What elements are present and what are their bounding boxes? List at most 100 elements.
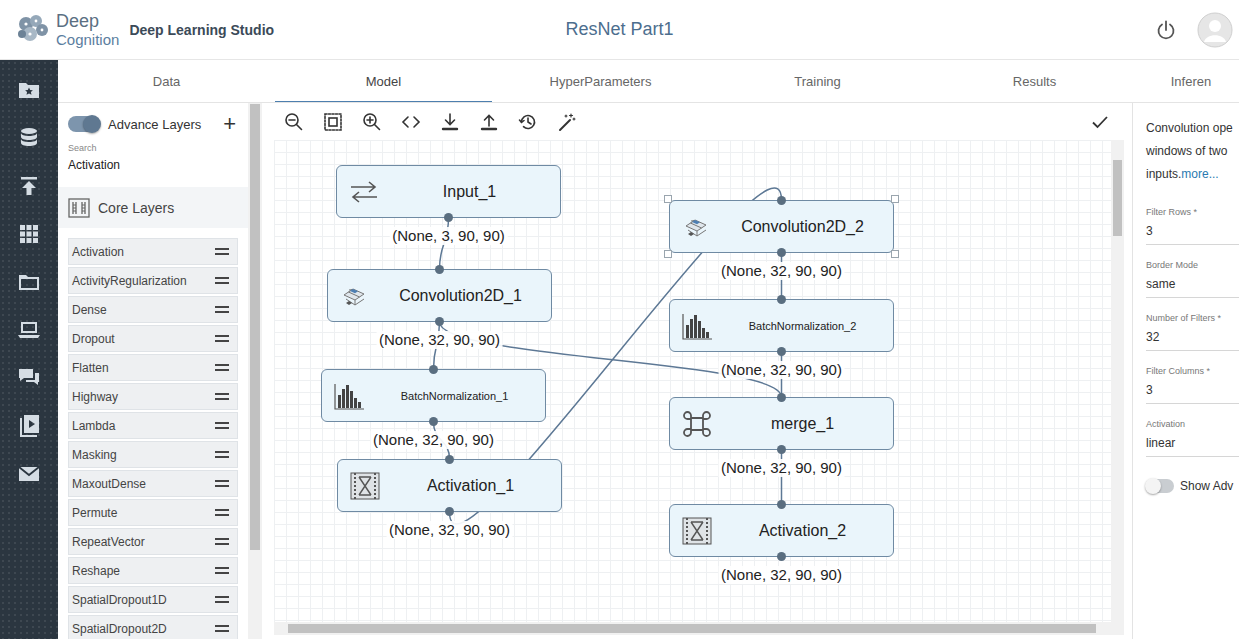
search-value[interactable]: Activation bbox=[68, 158, 238, 173]
layer-item[interactable]: Lambda bbox=[68, 412, 238, 439]
layer-item[interactable]: Activation bbox=[68, 238, 238, 265]
output-port[interactable] bbox=[777, 347, 786, 356]
history-icon[interactable] bbox=[516, 112, 540, 132]
drag-handle-icon[interactable] bbox=[215, 335, 229, 342]
field-value[interactable]: linear bbox=[1146, 435, 1239, 457]
layer-item[interactable]: Highway bbox=[68, 383, 238, 410]
layer-node[interactable]: Activation_2 bbox=[669, 504, 894, 557]
tab[interactable]: Training bbox=[709, 60, 926, 102]
avatar-icon[interactable] bbox=[1197, 12, 1233, 48]
check-icon[interactable] bbox=[1090, 112, 1110, 132]
layer-item[interactable]: Flatten bbox=[68, 354, 238, 381]
videos-icon[interactable] bbox=[17, 414, 41, 438]
field-value[interactable]: 3 bbox=[1146, 382, 1239, 404]
output-port[interactable] bbox=[435, 317, 444, 326]
tab[interactable]: HyperParameters bbox=[492, 60, 709, 102]
scrollbar[interactable] bbox=[274, 622, 1124, 635]
drag-handle-icon[interactable] bbox=[215, 364, 229, 371]
output-port[interactable] bbox=[777, 248, 786, 257]
datasets-icon[interactable] bbox=[17, 126, 41, 150]
input-port[interactable] bbox=[429, 365, 438, 374]
property-field[interactable]: Activationlinear bbox=[1146, 418, 1239, 457]
search-field[interactable]: SearchActivation bbox=[68, 143, 238, 173]
download-icon[interactable] bbox=[438, 112, 462, 132]
input-port[interactable] bbox=[777, 295, 786, 304]
drag-handle-icon[interactable] bbox=[215, 567, 229, 574]
drag-handle-icon[interactable] bbox=[215, 625, 229, 632]
output-port[interactable] bbox=[777, 552, 786, 561]
zoom-out-icon[interactable] bbox=[282, 112, 306, 132]
advance-layers-toggle[interactable] bbox=[68, 116, 100, 132]
field-value[interactable]: 3 bbox=[1146, 223, 1239, 245]
code-icon[interactable] bbox=[399, 112, 423, 132]
layer-item[interactable]: MaxoutDense bbox=[68, 470, 238, 497]
layer-node[interactable]: merge_1 bbox=[669, 397, 894, 450]
layer-node[interactable]: BatchNormalization_2 bbox=[669, 299, 894, 352]
mail-icon[interactable] bbox=[17, 462, 41, 486]
layer-node[interactable]: Activation_1 bbox=[337, 459, 562, 512]
layer-node[interactable]: Convolution2D_1 bbox=[327, 269, 552, 322]
drag-handle-icon[interactable] bbox=[215, 422, 229, 429]
layer-item[interactable]: Masking bbox=[68, 441, 238, 468]
drag-handle-icon[interactable] bbox=[215, 248, 229, 255]
drag-handle-icon[interactable] bbox=[215, 306, 229, 313]
upload-icon[interactable] bbox=[477, 112, 501, 132]
layer-item[interactable]: Dense bbox=[68, 296, 238, 323]
more-link[interactable]: more... bbox=[1181, 167, 1218, 181]
resize-handle[interactable] bbox=[891, 195, 899, 203]
property-field[interactable]: Number of Filters *32 bbox=[1146, 312, 1239, 351]
tab[interactable]: Model bbox=[275, 60, 492, 102]
upload-icon[interactable] bbox=[17, 174, 41, 198]
layer-item[interactable]: Dropout bbox=[68, 325, 238, 352]
scroll-thumb[interactable] bbox=[288, 624, 1096, 633]
drag-handle-icon[interactable] bbox=[215, 538, 229, 545]
input-port[interactable] bbox=[777, 196, 786, 205]
scrollbar[interactable] bbox=[248, 103, 262, 639]
layer-group-header[interactable]: Core Layers bbox=[58, 187, 248, 228]
layer-node[interactable]: Input_1 bbox=[336, 165, 561, 218]
scroll-thumb[interactable] bbox=[1113, 160, 1122, 236]
layer-item[interactable]: SpatialDropout2D bbox=[68, 615, 238, 639]
drag-handle-icon[interactable] bbox=[215, 480, 229, 487]
tab[interactable]: Results bbox=[926, 60, 1143, 102]
drag-handle-icon[interactable] bbox=[215, 596, 229, 603]
output-port[interactable] bbox=[445, 507, 454, 516]
input-port[interactable] bbox=[777, 500, 786, 509]
add-button[interactable]: + bbox=[223, 113, 238, 135]
input-port[interactable] bbox=[445, 455, 454, 464]
brand[interactable]: DeepCognitionDeep Learning Studio bbox=[0, 12, 565, 48]
resize-handle[interactable] bbox=[891, 250, 899, 258]
layer-item[interactable]: Reshape bbox=[68, 557, 238, 584]
wand-icon[interactable] bbox=[555, 112, 579, 132]
scrollbar[interactable] bbox=[1111, 140, 1124, 622]
property-field[interactable]: Filter Columns *3 bbox=[1146, 365, 1239, 404]
layer-item[interactable]: SpatialDropout1D bbox=[68, 586, 238, 613]
output-port[interactable] bbox=[429, 417, 438, 426]
property-field[interactable]: Filter Rows *3 bbox=[1146, 206, 1239, 245]
drag-handle-icon[interactable] bbox=[215, 277, 229, 284]
forum-icon[interactable] bbox=[17, 366, 41, 390]
environments-icon[interactable] bbox=[17, 222, 41, 246]
layer-item[interactable]: Permute bbox=[68, 499, 238, 526]
projects-icon[interactable] bbox=[17, 78, 41, 102]
power-icon[interactable] bbox=[1155, 19, 1177, 41]
zoom-in-icon[interactable] bbox=[360, 112, 384, 132]
field-value[interactable]: same bbox=[1146, 276, 1239, 298]
resize-handle[interactable] bbox=[664, 195, 672, 203]
drag-handle-icon[interactable] bbox=[215, 451, 229, 458]
layer-item[interactable]: ActivityRegularization bbox=[68, 267, 238, 294]
layer-node[interactable]: Convolution2D_2 bbox=[669, 200, 894, 253]
drag-handle-icon[interactable] bbox=[215, 509, 229, 516]
property-field[interactable]: Border Modesame bbox=[1146, 259, 1239, 298]
output-port[interactable] bbox=[444, 213, 453, 222]
drag-handle-icon[interactable] bbox=[215, 393, 229, 400]
files-icon[interactable] bbox=[17, 270, 41, 294]
input-port[interactable] bbox=[435, 265, 444, 274]
layer-node[interactable]: BatchNormalization_1 bbox=[321, 369, 546, 422]
field-value[interactable]: 32 bbox=[1146, 329, 1239, 351]
show-advanced-toggle[interactable] bbox=[1146, 479, 1174, 493]
input-port[interactable] bbox=[777, 393, 786, 402]
fit-icon[interactable] bbox=[321, 112, 345, 132]
resize-handle[interactable] bbox=[664, 250, 672, 258]
tab[interactable]: Inferen bbox=[1143, 60, 1239, 102]
